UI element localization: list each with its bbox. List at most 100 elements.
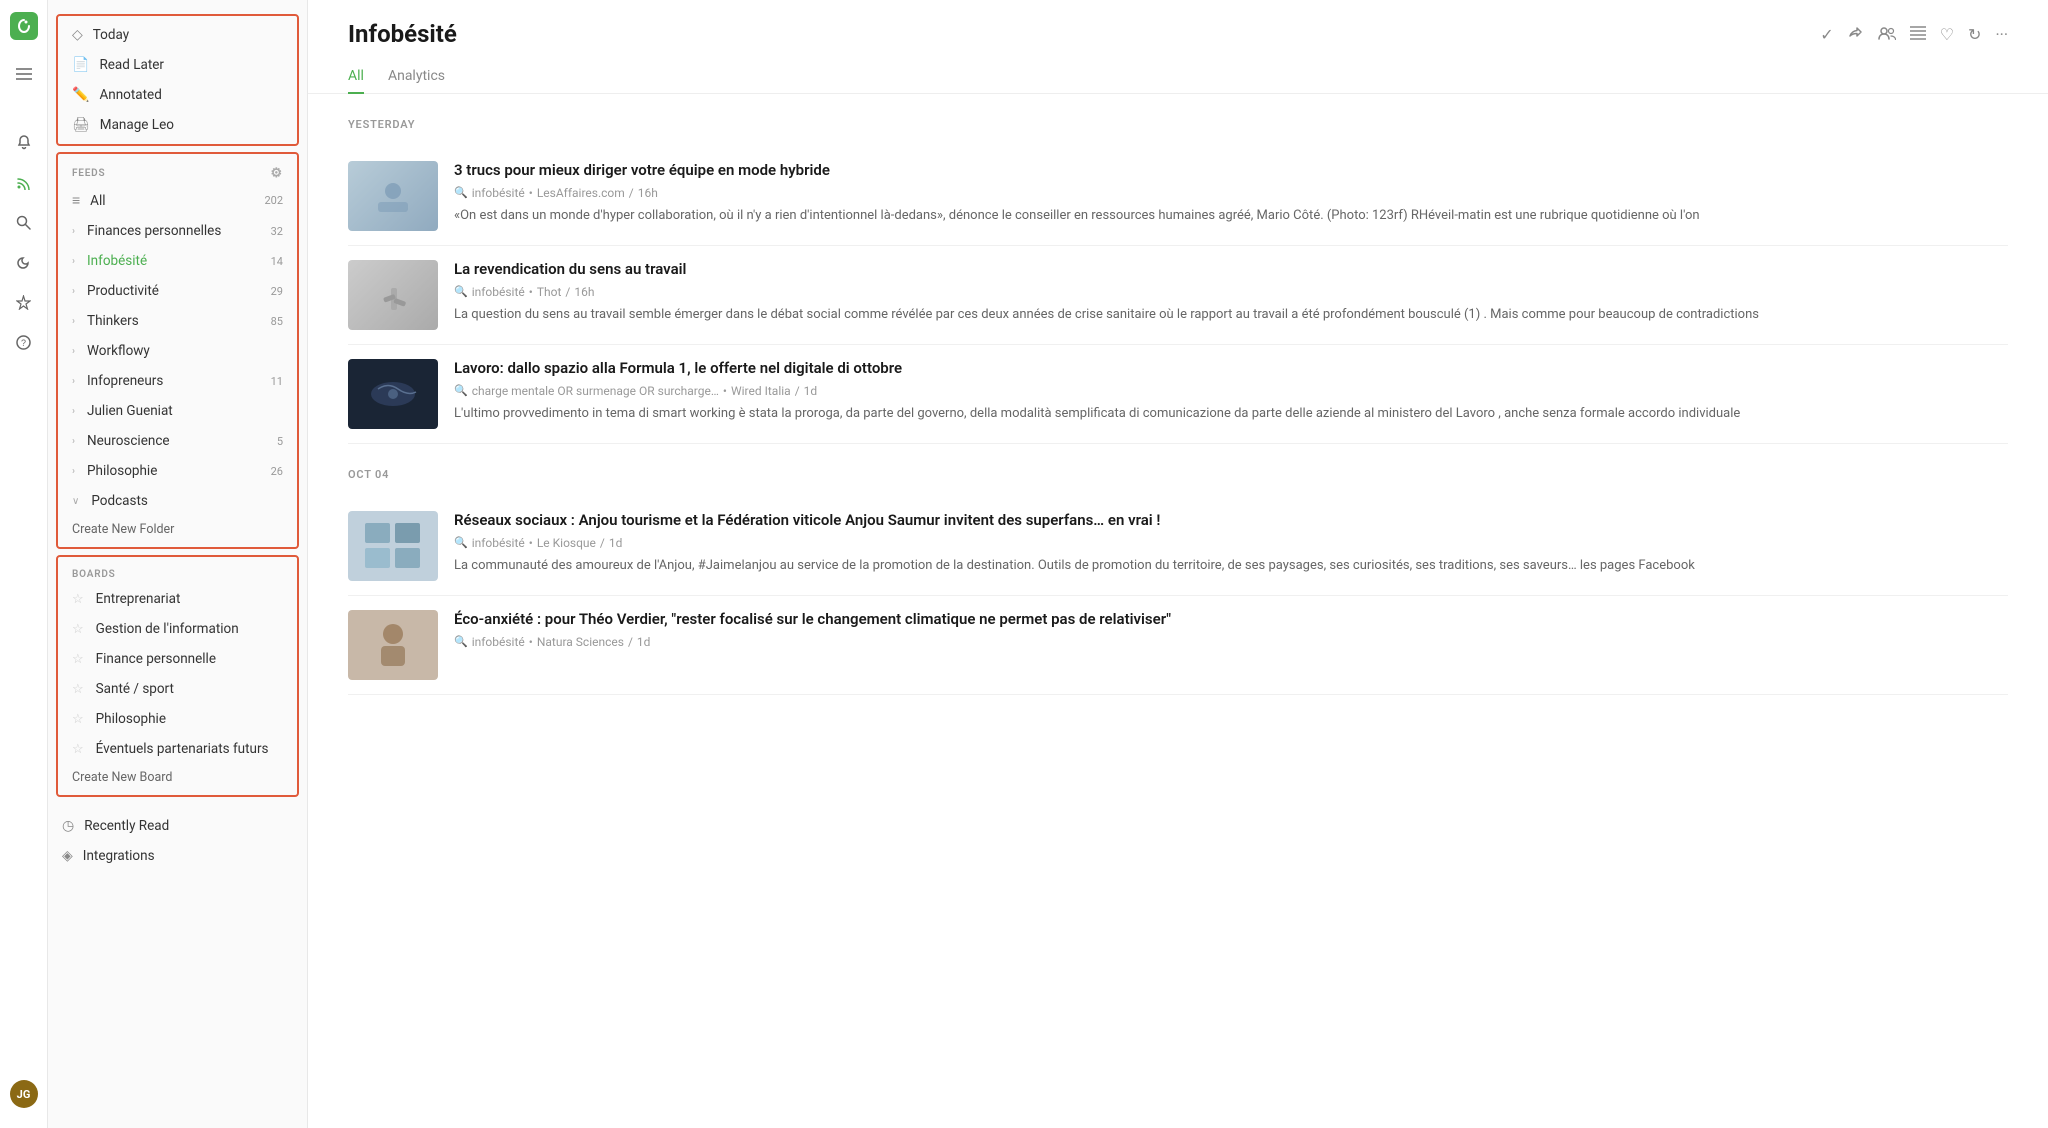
- sidebar-item-read-later[interactable]: 📄 Read Later: [58, 50, 297, 80]
- check-all-icon[interactable]: ✓: [1820, 25, 1833, 44]
- ai-icon[interactable]: [6, 284, 42, 320]
- star-partenariats: ☆: [72, 742, 84, 757]
- article-thumbnail: [348, 260, 438, 330]
- notifications-icon[interactable]: [6, 124, 42, 160]
- sidebar-item-all-feeds-label: All: [90, 193, 254, 209]
- sidebar-item-productivite[interactable]: › Productivité 29: [58, 276, 297, 306]
- sidebar-item-sante[interactable]: ☆ Santé / sport: [58, 674, 297, 704]
- article-item[interactable]: 3 trucs pour mieux diriger votre équipe …: [348, 147, 2008, 246]
- sidebar-item-julien[interactable]: › Julien Gueniat: [58, 396, 297, 426]
- date-oct04: OCT 04: [348, 468, 2008, 481]
- sidebar-item-today[interactable]: ◇ Today: [58, 20, 297, 50]
- article-item[interactable]: Lavoro: dallo spazio alla Formula 1, le …: [348, 345, 2008, 444]
- sidebar-item-read-later-label: Read Later: [99, 57, 283, 73]
- sidebar: ◇ Today 📄 Read Later ✏️ Annotated 🖨 Mana…: [48, 0, 308, 1128]
- article-excerpt: La communauté des amoureux de l'Anjou, #…: [454, 556, 2008, 576]
- feeds-icon[interactable]: [6, 164, 42, 200]
- article-source: infobésité: [472, 186, 525, 200]
- infopreneurs-count: 11: [271, 375, 283, 388]
- sidebar-item-gestion[interactable]: ☆ Gestion de l'information: [58, 614, 297, 644]
- chevron-julien: ›: [72, 406, 75, 417]
- chevron-neuroscience: ›: [72, 436, 75, 447]
- sidebar-item-finances[interactable]: › Finances personnelles 32: [58, 216, 297, 246]
- list-view-icon[interactable]: [1910, 25, 1926, 44]
- sidebar-item-manage-leo[interactable]: 🖨 Manage Leo: [58, 110, 297, 140]
- sidebar-item-infopreneurs[interactable]: › Infopreneurs 11: [58, 366, 297, 396]
- article-time: 16h: [638, 186, 658, 200]
- search-icon[interactable]: [6, 204, 42, 240]
- sidebar-item-entreprenariat[interactable]: ☆ Entreprenariat: [58, 584, 297, 614]
- integrations-icon: ◈: [62, 848, 73, 864]
- favorite-icon[interactable]: ♡: [1940, 25, 1954, 44]
- thumb-placeholder: [348, 260, 438, 330]
- thumb-placeholder: [348, 511, 438, 581]
- article-body: Réseaux sociaux : Anjou tourisme et la F…: [454, 511, 2008, 581]
- sidebar-item-integrations[interactable]: ◈ Integrations: [48, 841, 307, 871]
- chevron-infobesite: ›: [72, 256, 75, 267]
- svg-text:?: ?: [21, 338, 26, 348]
- sidebar-item-all-feeds[interactable]: ≡ All 202: [58, 185, 297, 216]
- main-tabs: All Analytics: [348, 60, 2008, 93]
- sidebar-item-workflowy[interactable]: › Workflowy: [58, 336, 297, 366]
- sidebar-item-partenariats-label: Éventuels partenariats futurs: [96, 741, 283, 757]
- thumb-placeholder: [348, 161, 438, 231]
- create-board-link[interactable]: Create New Board: [58, 764, 297, 791]
- more-options-icon[interactable]: ···: [1995, 25, 2008, 44]
- chevron-finances: ›: [72, 226, 75, 237]
- sidebar-item-philosophie-board[interactable]: ☆ Philosophie: [58, 704, 297, 734]
- article-time: 16h: [574, 285, 594, 299]
- article-title: Lavoro: dallo spazio alla Formula 1, le …: [454, 359, 2008, 379]
- star-finance-perso: ☆: [72, 652, 84, 667]
- meta-separator: •: [529, 186, 533, 200]
- neuroscience-count: 5: [277, 435, 283, 448]
- refresh-icon[interactable]: ↻: [1968, 25, 1981, 44]
- feeds-gear-icon[interactable]: ⚙: [271, 166, 283, 181]
- article-meta: 🔍 charge mentale OR surmenage OR surchar…: [454, 384, 2008, 398]
- article-item[interactable]: Réseaux sociaux : Anjou tourisme et la F…: [348, 497, 2008, 596]
- star-entreprenariat: ☆: [72, 592, 84, 607]
- sidebar-item-neuroscience[interactable]: › Neuroscience 5: [58, 426, 297, 456]
- article-time: 1d: [804, 384, 818, 398]
- sidebar-item-recently-read[interactable]: ◷ Recently Read: [48, 811, 307, 841]
- menu-icon[interactable]: [6, 56, 42, 92]
- sidebar-item-thinkers[interactable]: › Thinkers 85: [58, 306, 297, 336]
- help-icon[interactable]: ?: [6, 324, 42, 360]
- sidebar-item-finance-perso-label: Finance personnelle: [96, 651, 283, 667]
- meta-source-icon: 🔍: [454, 536, 468, 549]
- meta-source-icon: 🔍: [454, 186, 468, 199]
- chevron-workflowy: ›: [72, 346, 75, 357]
- meta-source-icon: 🔍: [454, 635, 468, 648]
- article-thumbnail: [348, 161, 438, 231]
- create-folder-link[interactable]: Create New Folder: [58, 516, 297, 543]
- sidebar-item-infobesite[interactable]: › Infobésité 14: [58, 246, 297, 276]
- sidebar-item-entreprenariat-label: Entreprenariat: [96, 591, 283, 607]
- sidebar-item-infopreneurs-label: Infopreneurs: [87, 373, 261, 389]
- star-gestion: ☆: [72, 622, 84, 637]
- share-icon[interactable]: [1848, 24, 1864, 44]
- feeds-label: FEEDS: [72, 168, 105, 179]
- star-sante: ☆: [72, 682, 84, 697]
- meta-separator2: /: [628, 635, 633, 649]
- manage-leo-icon: 🖨: [72, 117, 90, 133]
- sidebar-item-neuroscience-label: Neuroscience: [87, 433, 267, 449]
- tab-analytics[interactable]: Analytics: [388, 60, 445, 94]
- dark-mode-icon[interactable]: [6, 244, 42, 280]
- sidebar-item-podcasts[interactable]: ∨ Podcasts: [58, 486, 297, 516]
- tab-all[interactable]: All: [348, 60, 364, 94]
- user-avatar[interactable]: JG: [10, 1080, 38, 1108]
- sidebar-item-sante-label: Santé / sport: [96, 681, 283, 697]
- productivite-count: 29: [271, 285, 283, 298]
- meta-separator: •: [529, 635, 533, 649]
- article-item[interactable]: La revendication du sens au travail 🔍 in…: [348, 246, 2008, 345]
- sidebar-item-finance-perso[interactable]: ☆ Finance personnelle: [58, 644, 297, 674]
- article-body: Lavoro: dallo spazio alla Formula 1, le …: [454, 359, 2008, 429]
- article-source: infobésité: [472, 285, 525, 299]
- team-icon[interactable]: [1878, 25, 1896, 44]
- article-excerpt: «On est dans un monde d'hyper collaborat…: [454, 206, 2008, 226]
- feeds-box: FEEDS ⚙ ≡ All 202 › Finances personnelle…: [56, 152, 299, 549]
- article-meta: 🔍 infobésité • Thot / 16h: [454, 285, 2008, 299]
- sidebar-item-annotated[interactable]: ✏️ Annotated: [58, 80, 297, 110]
- article-item[interactable]: Éco-anxiété : pour Théo Verdier, "rester…: [348, 596, 2008, 695]
- sidebar-item-partenariats[interactable]: ☆ Éventuels partenariats futurs: [58, 734, 297, 764]
- sidebar-item-philosophie[interactable]: › Philosophie 26: [58, 456, 297, 486]
